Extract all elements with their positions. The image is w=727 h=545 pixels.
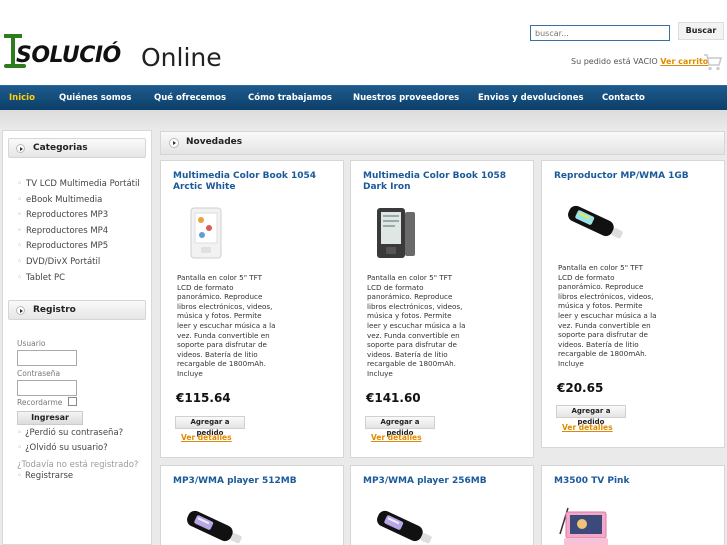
category-item[interactable]: ◦ Reproductores MP4	[17, 226, 108, 236]
forgot-password-link[interactable]: ◦ ¿Perdió su contraseña?	[17, 428, 123, 438]
category-item[interactable]: ◦ Tablet PC	[17, 273, 65, 283]
add-to-order-button[interactable]: Agregar a pedido	[556, 405, 626, 426]
product-title-link[interactable]: MP3/WMA player 512MB	[173, 476, 341, 487]
product-title-link[interactable]: M3500 TV Pink	[554, 476, 722, 487]
add-to-order-button[interactable]: Agregar a pedido	[365, 416, 435, 437]
product-card: MP3/WMA player 512MB	[160, 465, 344, 545]
nav-item-contacto[interactable]: Contacto	[602, 86, 645, 110]
product-image-mp3-player[interactable]	[369, 506, 439, 545]
product-price: €141.60	[366, 391, 421, 405]
product-card: Reproductor MP/WMA 1GB Pantalla en color…	[541, 160, 725, 448]
category-item[interactable]: ◦ Reproductores MP3	[17, 210, 108, 220]
login-button[interactable]: Ingresar	[17, 411, 83, 425]
product-description: Pantalla en color 5" TFT LCD de formato …	[367, 273, 466, 378]
register-header: Registro	[8, 300, 146, 320]
password-label: Contraseña	[17, 369, 61, 378]
username-label: Usuario	[17, 339, 46, 348]
nav-item-como-trabajamos[interactable]: Cómo trabajamos	[248, 86, 332, 110]
logo-brand-text: SOLUCIÓ	[16, 43, 121, 68]
product-title-link[interactable]: Multimedia Color Book 1054 Arctic White	[173, 171, 341, 193]
product-image-ebook-white[interactable]	[187, 206, 227, 261]
product-image-mp3-player[interactable]	[179, 506, 249, 545]
search-button[interactable]: Buscar	[678, 22, 724, 40]
product-image-mp3-player[interactable]	[560, 201, 630, 247]
product-image-portable-tv[interactable]	[556, 504, 616, 545]
product-card: Multimedia Color Book 1058 Dark Iron Pan…	[350, 160, 534, 458]
product-card: M3500 TV Pink	[541, 465, 725, 545]
nav-item-quienes-somos[interactable]: Quiénes somos	[59, 86, 131, 110]
nav-item-que-ofrecemos[interactable]: Qué ofrecemos	[154, 86, 226, 110]
view-details-link[interactable]: Ver detalles	[562, 423, 613, 432]
product-card: Multimedia Color Book 1054 Arctic White …	[160, 160, 344, 458]
product-image-ebook-dark[interactable]	[375, 206, 419, 261]
page: SOLUCIÓ Online Buscar Su pedido está VAC…	[0, 0, 727, 545]
product-card: MP3/WMA player 256MB	[350, 465, 534, 545]
novedades-header: Novedades	[160, 131, 725, 155]
product-title-link[interactable]: Multimedia Color Book 1058 Dark Iron	[363, 171, 531, 193]
product-title-link[interactable]: MP3/WMA player 256MB	[363, 476, 531, 487]
nav-item-nuestros-proveedores[interactable]: Nuestros proveedores	[353, 86, 459, 110]
category-item[interactable]: ◦ DVD/DivX Portátil	[17, 257, 100, 267]
product-price: €20.65	[557, 381, 604, 395]
product-description: Pantalla en color 5" TFT LCD de formato …	[177, 273, 276, 378]
main-nav: Inicio Quiénes somos Qué ofrecemos Cómo …	[0, 85, 727, 110]
arrow-bullet-icon	[16, 144, 25, 153]
remember-label: Recordarme	[17, 398, 63, 407]
nav-item-inicio[interactable]: Inicio	[9, 86, 35, 110]
password-field[interactable]	[17, 380, 77, 396]
header: SOLUCIÓ Online Buscar Su pedido está VAC…	[0, 0, 727, 85]
view-cart-link[interactable]: Ver carrito	[660, 57, 708, 66]
search-input[interactable]	[530, 25, 670, 41]
view-details-link[interactable]: Ver detalles	[181, 433, 232, 442]
view-details-link[interactable]: Ver detalles	[371, 433, 422, 442]
arrow-bullet-icon	[16, 306, 25, 315]
nav-item-envios-devoluciones[interactable]: Envios y devoluciones	[478, 86, 584, 110]
shopping-cart-icon[interactable]	[703, 52, 723, 72]
not-registered-text: ¿Todavía no está registrado?	[17, 460, 139, 470]
cart-status: Su pedido está VACIO Ver carrito	[571, 57, 708, 66]
product-description: Pantalla en color 5" TFT LCD de formato …	[558, 263, 657, 368]
logo-brand-subtext: Online	[141, 43, 222, 72]
add-to-order-button[interactable]: Agregar a pedido	[175, 416, 245, 437]
category-item[interactable]: ◦ TV LCD Multimedia Portátil	[17, 179, 140, 189]
register-link[interactable]: ◦ Registrarse	[17, 471, 73, 481]
category-item[interactable]: ◦ Reproductores MP5	[17, 241, 108, 251]
username-field[interactable]	[17, 350, 77, 366]
forgot-username-link[interactable]: ◦ ¿Olvidó su usuario?	[17, 443, 108, 453]
category-item[interactable]: ◦ eBook Multimedia	[17, 195, 102, 205]
sidebar: Categorias ◦ TV LCD Multimedia Portátil ◦…	[2, 130, 152, 545]
remember-checkbox[interactable]	[68, 397, 77, 406]
cart-status-text: Su pedido está VACIO	[571, 57, 658, 66]
categories-header: Categorias	[8, 138, 146, 158]
arrow-bullet-icon	[169, 138, 179, 148]
product-title-link[interactable]: Reproductor MP/WMA 1GB	[554, 171, 722, 182]
product-price: €115.64	[176, 391, 231, 405]
